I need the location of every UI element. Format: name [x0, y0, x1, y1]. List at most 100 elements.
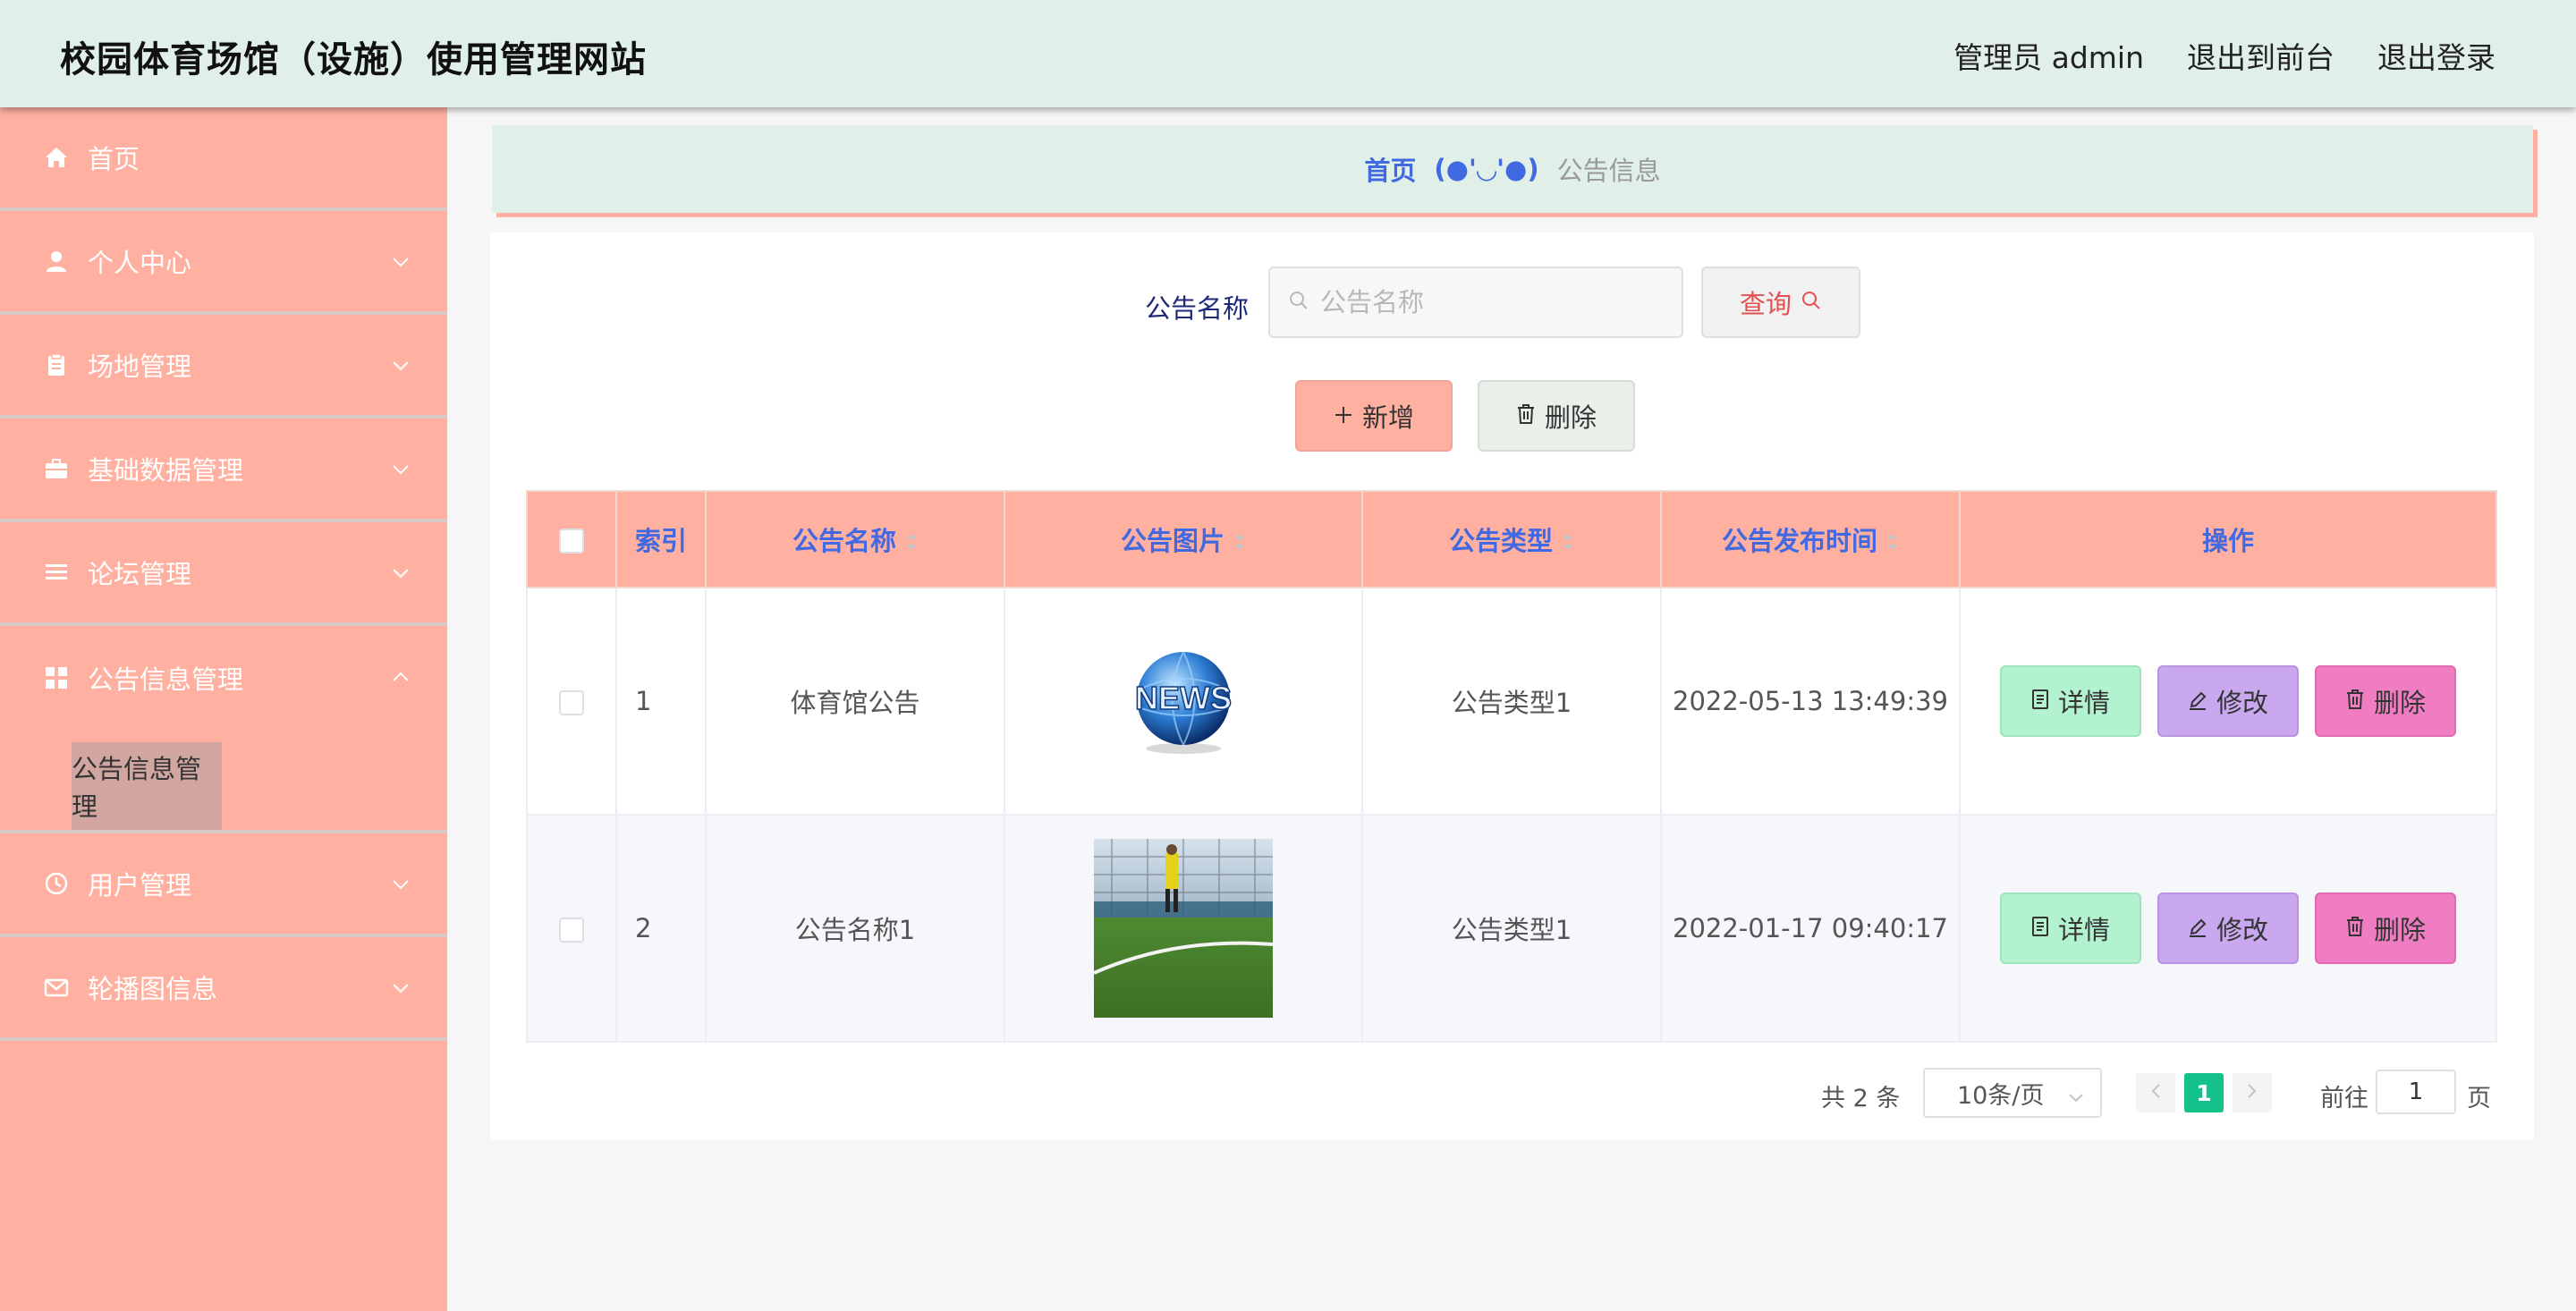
chevron-left-icon: [2150, 1083, 2161, 1103]
sidebar-item-forum[interactable]: 论坛管理: [0, 522, 447, 626]
column-header-index: 索引: [615, 490, 707, 588]
breadcrumb-separator: (●'◡'●): [1434, 154, 1539, 184]
sidebar-item-label: 基础数据管理: [88, 455, 244, 486]
sort-icon[interactable]: [1562, 528, 1574, 558]
column-header-label: 公告名称: [792, 526, 896, 556]
sidebar-item-home[interactable]: 首页: [0, 107, 447, 211]
sidebar-item-venue[interactable]: 场地管理: [0, 315, 447, 419]
column-header-name[interactable]: 公告名称: [705, 490, 1005, 588]
detail-button-label: 详情: [2057, 688, 2110, 718]
delete-button[interactable]: 删除: [2315, 665, 2456, 737]
select-all-checkbox[interactable]: [559, 529, 584, 554]
select-all-cell: [526, 490, 617, 588]
sidebar-item-personal[interactable]: 个人中心: [0, 211, 447, 315]
trash-icon: [2345, 913, 2365, 943]
sidebar-item-label: 轮播图信息: [88, 974, 218, 1004]
admin-user-link[interactable]: 管理员 admin: [1953, 34, 2144, 77]
pencil-icon: [2188, 686, 2207, 716]
sidebar-item-users[interactable]: 用户管理: [0, 833, 447, 937]
add-button[interactable]: 新增: [1295, 380, 1453, 452]
row-index: 1: [615, 587, 707, 816]
column-header-type[interactable]: 公告类型: [1361, 490, 1662, 588]
column-header-image[interactable]: 公告图片: [1004, 490, 1363, 588]
row-image-cell: [1004, 814, 1363, 1043]
next-page-button[interactable]: [2233, 1073, 2272, 1112]
search-row: 公告名称 查询: [490, 266, 2534, 338]
row-index: 2: [615, 814, 707, 1043]
sidebar-item-label: 首页: [88, 144, 140, 174]
column-header-actions: 操作: [1959, 490, 2497, 588]
goto-label: 前往: [2320, 1085, 2368, 1112]
clipboard-icon: [43, 351, 70, 378]
page-size-select[interactable]: 10条/页: [1923, 1068, 2102, 1118]
sort-icon[interactable]: [1886, 528, 1899, 558]
exit-to-frontend-link[interactable]: 退出到前台: [2187, 34, 2334, 77]
edit-button[interactable]: 修改: [2157, 892, 2299, 964]
document-icon: [2031, 913, 2049, 943]
row-type: 公告类型1: [1361, 587, 1662, 816]
delete-button[interactable]: 删除: [2315, 892, 2456, 964]
sidebar-item-announcement[interactable]: 公告信息管理: [0, 626, 447, 730]
chevron-down-icon: [392, 354, 410, 376]
sidebar-item-label: 场地管理: [88, 351, 192, 382]
top-links: 管理员 admin 退出到前台 退出登录: [1953, 34, 2496, 77]
page-number-current[interactable]: 1: [2184, 1073, 2224, 1112]
edit-button-label: 修改: [2216, 688, 2268, 718]
search-label: 公告名称: [1145, 293, 1250, 324]
prev-page-button[interactable]: [2136, 1073, 2175, 1112]
sidebar-item-basic-data[interactable]: 基础数据管理: [0, 419, 447, 522]
top-header: 校园体育场馆（设施）使用管理网站 管理员 admin 退出到前台 退出登录: [0, 0, 2576, 107]
logout-link[interactable]: 退出登录: [2377, 34, 2496, 77]
row-actions-cell: 详情 修改 删除: [1959, 587, 2497, 816]
sidebar-item-carousel[interactable]: 轮播图信息: [0, 937, 447, 1041]
chevron-down-icon: [392, 562, 410, 584]
query-button[interactable]: 查询: [1701, 266, 1860, 338]
row-checkbox[interactable]: [559, 690, 584, 715]
breadcrumb-current: 公告信息: [1556, 156, 1661, 186]
delete-button-label: 删除: [2373, 688, 2426, 718]
row-checkbox[interactable]: [559, 918, 584, 943]
row-name: 公告名称1: [705, 814, 1005, 1043]
table-row: 1 体育馆公告 NEWS 公告类型1 2022-05-13 13:49:39 详…: [526, 587, 2497, 816]
search-field[interactable]: [1268, 266, 1683, 338]
row-name: 体育馆公告: [705, 587, 1005, 816]
sidebar-subitem-announcement[interactable]: 公告信息管理: [72, 742, 222, 830]
svg-text:NEWS: NEWS: [1135, 680, 1232, 716]
search-input[interactable]: [1320, 287, 1660, 317]
column-header-time[interactable]: 公告发布时间: [1660, 490, 1961, 588]
list-icon: [43, 559, 70, 586]
batch-delete-button[interactable]: 删除: [1478, 380, 1635, 452]
column-header-label: 公告类型: [1448, 526, 1553, 556]
add-button-label: 新增: [1361, 402, 1414, 433]
sidebar: 首页 个人中心 场地管理 基础数据管理 论坛管理 公告信息管理 公告信息管理 用…: [0, 107, 447, 1311]
chevron-right-icon: [2247, 1083, 2258, 1103]
edit-button[interactable]: 修改: [2157, 665, 2299, 737]
detail-button[interactable]: 详情: [2000, 665, 2141, 737]
row-select-cell: [526, 587, 617, 816]
sort-icon[interactable]: [905, 528, 918, 558]
home-icon: [43, 144, 70, 171]
goto-page-input[interactable]: [2376, 1070, 2456, 1114]
edit-button-label: 修改: [2216, 915, 2268, 945]
page-size-value: 10条/页: [1957, 1081, 2045, 1110]
chevron-down-icon: [392, 873, 410, 895]
announcement-submenu: 公告信息管理: [0, 730, 447, 833]
table-header-row: 索引 公告名称 公告图片 公告类型 公告发布时间 操作: [526, 490, 2497, 588]
query-button-label: 查询: [1739, 289, 1792, 319]
plus-icon: [1334, 401, 1353, 431]
pagination: 共 2 条 10条/页 1 前往 页: [490, 1066, 2534, 1120]
trash-icon: [1516, 401, 1536, 431]
row-image-cell: NEWS: [1004, 587, 1363, 816]
user-icon: [43, 248, 70, 275]
soccer-field-image[interactable]: [1093, 839, 1274, 1018]
sidebar-item-label: 用户管理: [88, 870, 192, 901]
search-icon: [1801, 287, 1822, 317]
news-globe-image[interactable]: NEWS: [1125, 643, 1241, 759]
breadcrumb-home[interactable]: 首页: [1364, 150, 1416, 188]
detail-button[interactable]: 详情: [2000, 892, 2141, 964]
sort-icon[interactable]: [1233, 528, 1246, 558]
chevron-down-icon: [2068, 1082, 2084, 1110]
action-row: 新增 删除: [490, 380, 2534, 452]
chevron-down-icon: [392, 250, 410, 273]
row-select-cell: [526, 814, 617, 1043]
